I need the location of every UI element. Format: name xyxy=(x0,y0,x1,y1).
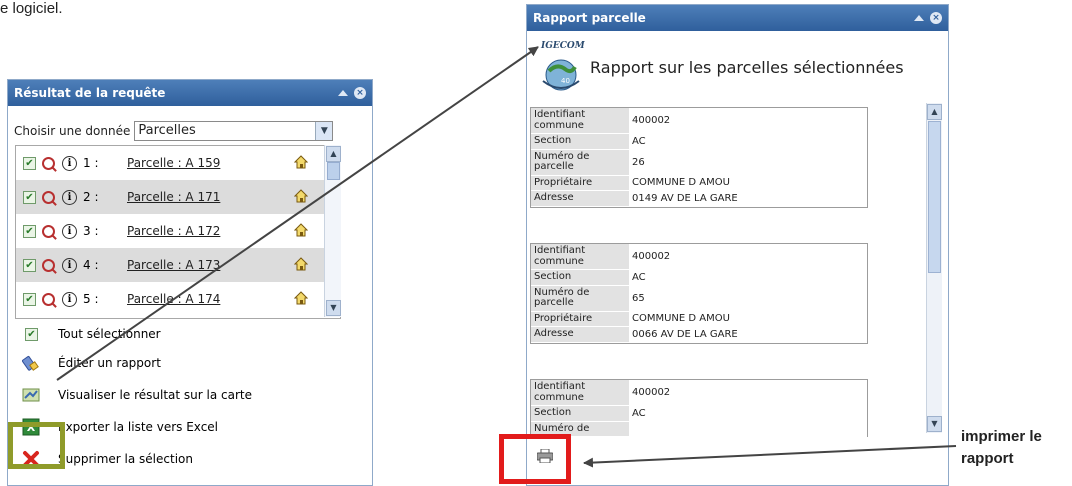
annotation-arrows xyxy=(56,46,957,468)
edit-report-arrow xyxy=(56,46,539,381)
print-arrow xyxy=(583,445,957,468)
